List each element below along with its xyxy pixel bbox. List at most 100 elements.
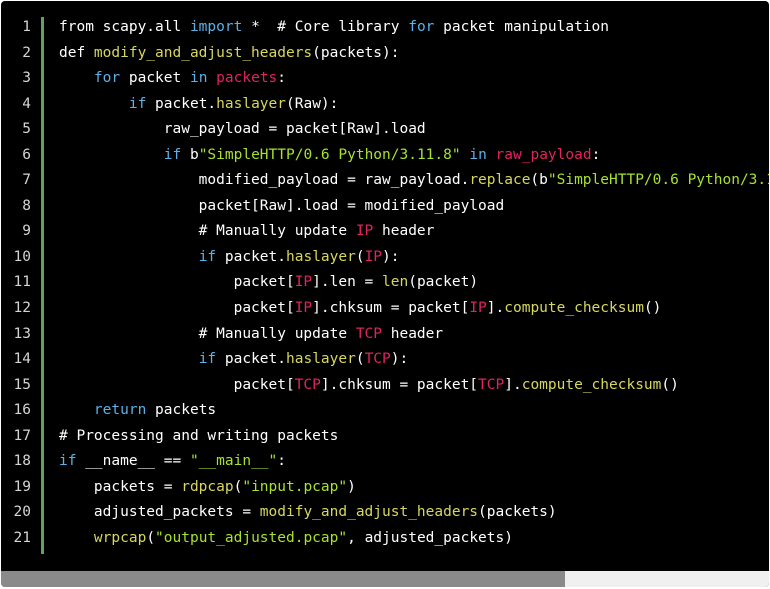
code-token: adjusted_packets =	[59, 504, 260, 521]
code-token: in	[469, 146, 487, 163]
code-line: from scapy.all import * # Core library f…	[59, 15, 769, 41]
code-token: "output_adjusted.pcap"	[155, 529, 348, 546]
code-token: (	[355, 248, 365, 265]
code-token: # Processing and writing packets	[59, 427, 339, 444]
code-token: haslayer	[286, 351, 356, 368]
code-token: * # Core library	[242, 19, 409, 35]
line-number: 2	[22, 44, 31, 61]
code-token: packets	[146, 402, 217, 419]
code-token: (	[146, 529, 156, 546]
code-line: if packet.haslayer(IP):	[59, 245, 769, 271]
code-token: "SimpleHTTP/0.6 Python/3.11.8"	[547, 172, 769, 189]
code-token: (packet)	[408, 274, 479, 291]
code-token: rdpcap	[181, 478, 234, 495]
code-token: packet[Raw].load = modified_payload	[59, 197, 505, 214]
line-number: 6	[22, 146, 31, 163]
code-token: def	[59, 44, 94, 61]
code-token: ):	[382, 248, 400, 265]
line-number: 15	[13, 376, 31, 393]
code-token: compute_checksum	[504, 300, 644, 317]
code-token: for	[408, 19, 435, 35]
code-token: TCP	[364, 351, 391, 368]
line-number: 14	[13, 351, 31, 368]
code-token: for	[93, 70, 121, 87]
code-token: IP	[469, 300, 487, 317]
code-token: __name__ ==	[76, 453, 190, 470]
code-token: "SimpleHTTP/0.6 Python/3.11.8"	[198, 146, 461, 163]
code-content[interactable]: from scapy.all import * # Core library f…	[59, 15, 769, 551]
code-token: replace	[469, 172, 531, 189]
code-token: ].	[504, 376, 522, 393]
line-number: 21	[13, 529, 31, 546]
line-number: 3	[22, 70, 31, 87]
code-token: :	[277, 453, 287, 470]
code-token: modified_payload = raw_payload.	[59, 172, 470, 189]
code-token: if	[163, 146, 182, 163]
code-line: packet[Raw].load = modified_payload	[59, 194, 769, 220]
code-token: ].len =	[312, 274, 383, 291]
code-token: packet	[120, 70, 190, 87]
line-number: 9	[22, 223, 31, 240]
line-number: 17	[13, 427, 31, 444]
line-number: 12	[13, 300, 31, 317]
line-number: 19	[13, 478, 31, 495]
code-line: packet[TCP].chksum = packet[TCP].compute…	[59, 373, 769, 399]
line-number: 20	[13, 504, 31, 521]
line-number: 10	[13, 248, 31, 265]
code-token: header	[382, 325, 444, 342]
code-token: IP	[294, 300, 313, 317]
code-token: header	[373, 223, 435, 240]
line-number: 1	[22, 19, 31, 35]
line-number-gutter: 1 2 3 4 5 6 7 8 9 10 11 12 13 14 15 16 17 18 19 20 21	[1, 15, 41, 551]
code-token: packet manipulation	[434, 19, 610, 35]
code-token: TCP	[294, 376, 321, 393]
code-token: modify_and_adjust_headers	[93, 44, 313, 61]
code-token: compute_checksum	[521, 376, 662, 393]
line-number: 16	[13, 402, 31, 419]
code-token: "__main__"	[189, 453, 278, 470]
code-token: (packets)	[478, 504, 557, 521]
scrollbar-thumb[interactable]	[1, 571, 565, 587]
line-number: 13	[13, 325, 31, 342]
code-token: TCP	[355, 325, 383, 342]
code-line: # Manually update TCP header	[59, 322, 769, 348]
code-token: ):	[390, 351, 409, 368]
code-token: "input.pcap"	[242, 478, 348, 495]
horizontal-scrollbar[interactable]	[1, 571, 769, 587]
code-token: packet.	[216, 351, 286, 368]
code-line: adjusted_packets = modify_and_adjust_hea…	[59, 500, 769, 526]
code-line: wrpcap("output_adjusted.pcap", adjusted_…	[59, 526, 769, 552]
code-token: ].	[486, 300, 505, 317]
code-token: IP	[364, 248, 383, 265]
code-line: # Manually update IP header	[59, 219, 769, 245]
code-line: raw_payload = packet[Raw].load	[59, 117, 769, 143]
code-token: from scapy.all	[59, 19, 190, 35]
code-line: for packet in packets:	[59, 66, 769, 92]
line-number: 8	[22, 197, 31, 214]
line-number: 4	[22, 95, 31, 112]
code-token: ].chksum = packet[	[312, 300, 470, 317]
code-token: wrpcap	[93, 529, 147, 546]
code-token: raw_payload	[495, 146, 592, 163]
code-token: if	[59, 453, 77, 470]
code-token: (Raw):	[286, 95, 339, 112]
code-block: 1 2 3 4 5 6 7 8 9 10 11 12 13 14 15 16 17 18 19 20 21 from s…	[1, 1, 769, 587]
code-line: if __name__ == "__main__":	[59, 449, 769, 475]
code-token: haslayer	[286, 248, 356, 265]
code-token: packet[	[59, 376, 295, 393]
line-number: 18	[13, 453, 31, 470]
code-token: )	[347, 478, 356, 495]
code-token: ()	[661, 376, 679, 393]
code-token: packet[	[59, 300, 295, 317]
gutter-divider	[41, 17, 44, 554]
code-token: ()	[643, 300, 662, 317]
code-line: if packet.haslayer(Raw):	[59, 92, 769, 118]
code-line: if packet.haslayer(TCP):	[59, 347, 769, 373]
